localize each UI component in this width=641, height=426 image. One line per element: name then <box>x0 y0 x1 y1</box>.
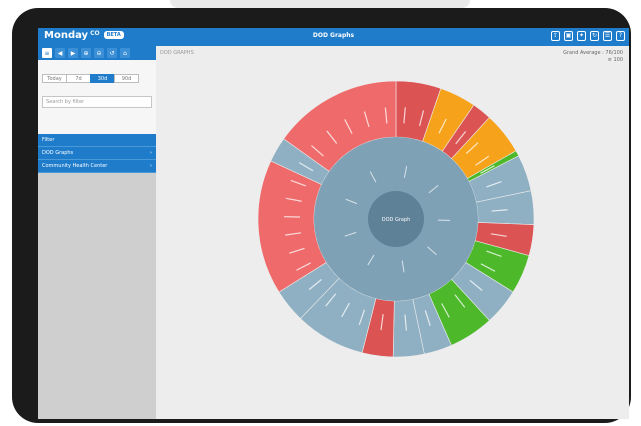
sidebar-tool-button[interactable]: ▶ <box>68 48 78 58</box>
sidebar-toolbar: ≡ ◀ ▶ ⊕ ⊖ ↺ ⌂ <box>38 46 156 60</box>
save-icon[interactable]: ▣ <box>564 31 573 41</box>
help-icon[interactable]: ? <box>616 31 625 41</box>
sidebar-tool-button[interactable]: ⌂ <box>120 48 130 58</box>
main-content: DOD GRAPHS Grand Average : 76/100 ≡ 100 … <box>156 46 629 419</box>
chart-info: Grand Average : 76/100 ≡ 100 <box>563 50 623 64</box>
sidebar-nav-item[interactable]: DOD Graphs › <box>38 147 156 160</box>
sidebar-tool-button[interactable]: ↺ <box>107 48 117 58</box>
segment-button[interactable]: 7d <box>66 74 91 83</box>
sidebar-filter-panel: Today 7d 30d 90d Search by filter <box>38 60 156 134</box>
segment-button[interactable]: 30d <box>90 74 115 83</box>
pin-icon[interactable]: ✦ <box>577 31 586 41</box>
search-input[interactable]: Search by filter <box>42 96 152 108</box>
chart-info-line1: Grand Average : 76/100 <box>563 50 623 56</box>
top-bar: Monday CO BETA DOD Graphs ⇪ ▣ ✦ ↻ ☰? <box>38 28 629 46</box>
chart-info-line2: ≡ 100 <box>607 57 623 63</box>
breadcrumb: DOD GRAPHS <box>160 50 194 56</box>
sidebar-tool-button[interactable]: ⊕ <box>81 48 91 58</box>
sidebar-tool-button[interactable]: ⊖ <box>94 48 104 58</box>
chevron-right-icon: › <box>150 163 152 169</box>
topbar-icons: ⇪ ▣ ✦ ↻ ☰? <box>551 31 625 41</box>
sidebar-tool-button[interactable]: ◀ <box>55 48 65 58</box>
segment-button[interactable]: Today <box>42 74 67 83</box>
app-screen: Monday CO BETA DOD Graphs ⇪ ▣ ✦ ↻ ☰? ≡ ◀ ▶ ⊕ ⊖ ↺ ⌂ T… <box>38 28 629 419</box>
sidebar-tool-button[interactable]: ≡ <box>42 48 52 58</box>
sidebar-nav-item[interactable]: Filter <box>38 134 156 147</box>
sunburst-chart[interactable]: DOD Graph <box>251 74 541 364</box>
tablet-frame: Monday CO BETA DOD Graphs ⇪ ▣ ✦ ↻ ☰? ≡ ◀ ▶ ⊕ ⊖ ↺ ⌂ T… <box>12 8 631 423</box>
chevron-right-icon: › <box>150 150 152 156</box>
list-icon[interactable]: ☰ <box>603 31 612 41</box>
segment-button[interactable]: 90d <box>114 74 139 83</box>
export-icon[interactable]: ⇪ <box>551 31 560 41</box>
sidebar-nav-label: DOD Graphs <box>42 150 74 156</box>
period-segmented-control: Today 7d 30d 90d <box>42 74 139 83</box>
sidebar-nav: Filter DOD Graphs › Community Health Center… <box>38 134 156 173</box>
refresh-icon[interactable]: ↻ <box>590 31 599 41</box>
sidebar-nav-label: Filter <box>42 137 55 143</box>
page-title: DOD Graphs <box>312 32 355 39</box>
sidebar-nav-item[interactable]: Community Health Center › <box>38 160 156 173</box>
sidebar-nav-label: Community Health Center <box>42 163 108 169</box>
background-shape <box>170 0 470 8</box>
sunburst-center-label: DOD Graph <box>382 217 411 223</box>
sidebar: ≡ ◀ ▶ ⊕ ⊖ ↺ ⌂ Today 7d 30d 90d Search by filter F… <box>38 46 156 419</box>
